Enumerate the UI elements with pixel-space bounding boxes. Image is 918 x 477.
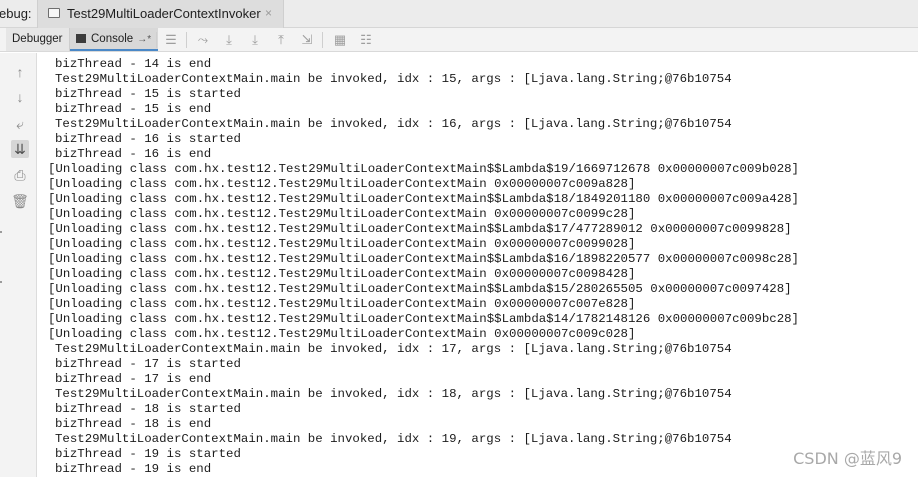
console-output[interactable]: bizThread - 14 is end Test29MultiLoaderCo… <box>48 57 908 477</box>
console-line: [Unloading class com.hx.test12.Test29Mul… <box>48 252 799 266</box>
console-line: bizThread - 17 is end <box>55 372 212 386</box>
console-line: bizThread - 18 is end <box>55 417 212 431</box>
tab-console-label: Console <box>91 33 134 45</box>
console-line: [Unloading class com.hx.test12.Test29Mul… <box>48 192 799 206</box>
tab-debugger[interactable]: Debugger <box>6 28 70 51</box>
console-line: [Unloading class com.hx.test12.Test29Mul… <box>48 327 636 341</box>
console-line: bizThread - 16 is end <box>55 147 212 161</box>
console-line: [Unloading class com.hx.test12.Test29Mul… <box>48 222 792 236</box>
pin-tab-icon[interactable]: →* <box>137 34 151 45</box>
scroll-to-end-icon[interactable]: ⇊ <box>11 140 29 158</box>
console-line: bizThread - 17 is started <box>55 357 241 371</box>
console-line: [Unloading class com.hx.test12.Test29Mul… <box>48 162 799 176</box>
trace-icon[interactable]: ☷ <box>357 31 375 48</box>
console-line: Test29MultiLoaderContextMain.main be inv… <box>55 342 732 356</box>
console-line: [Unloading class com.hx.test12.Test29Mul… <box>48 237 636 251</box>
console-line: Test29MultiLoaderContextMain.main be inv… <box>55 72 732 86</box>
console-line: [Unloading class com.hx.test12.Test29Mul… <box>48 177 636 191</box>
run-configuration-tab[interactable]: Test29MultiLoaderContextInvoker × <box>37 0 284 28</box>
console-line: bizThread - 14 is end <box>55 57 212 71</box>
console-line: [Unloading class com.hx.test12.Test29Mul… <box>48 267 636 281</box>
show-execution-point-icon[interactable]: ⤳ <box>194 31 212 48</box>
tab-debugger-label: Debugger <box>12 33 63 45</box>
gutter-edge-marker <box>0 281 2 283</box>
toolbar-separator <box>322 32 323 48</box>
console-line: [Unloading class com.hx.test12.Test29Mul… <box>48 282 792 296</box>
close-tab-icon[interactable]: × <box>265 6 272 20</box>
console-line: bizThread - 16 is started <box>55 132 241 146</box>
run-configuration-tab-title: Test29MultiLoaderContextInvoker <box>67 6 261 21</box>
step-out-icon[interactable]: ⤒ <box>272 31 290 48</box>
gutter-edge-marker <box>0 231 2 233</box>
scroll-up-icon[interactable]: ↑ <box>11 63 29 81</box>
clear-all-icon[interactable]: 🗑 <box>11 192 29 210</box>
debug-tool-window-header: ebug: Test29MultiLoaderContextInvoker × <box>0 0 918 28</box>
console-line: bizThread - 19 is started <box>55 447 241 461</box>
run-config-icon <box>48 8 60 18</box>
console-line: Test29MultiLoaderContextMain.main be inv… <box>55 432 732 446</box>
console-line: bizThread - 15 is started <box>55 87 241 101</box>
console-line: [Unloading class com.hx.test12.Test29Mul… <box>48 312 799 326</box>
watermark: CSDN @蓝风9 <box>793 449 902 468</box>
console-line: bizThread - 19 is end <box>55 462 212 476</box>
console-line: [Unloading class com.hx.test12.Test29Mul… <box>48 207 636 221</box>
toolbar-separator <box>186 32 187 48</box>
scroll-down-icon[interactable]: ↓ <box>11 88 29 106</box>
layout-menu-icon[interactable]: ☰ <box>162 31 180 48</box>
console-line: bizThread - 15 is end <box>55 102 212 116</box>
print-icon[interactable]: ⎙ <box>11 166 29 184</box>
console-side-toolbar: ↑ ↓ ⤶ ⇊ ⎙ 🗑 <box>0 53 37 477</box>
tab-console[interactable]: Console →* <box>70 28 158 51</box>
debug-window-label: ebug: <box>0 6 32 21</box>
debug-toolbar: Debugger Console →* ☰ ⤳ ⤓ ⤓ ⤒ ⇲ ▦ ☷ <box>0 28 918 52</box>
evaluate-expression-icon[interactable]: ▦ <box>331 31 349 48</box>
step-into-icon[interactable]: ⤓ <box>246 31 264 48</box>
console-line: Test29MultiLoaderContextMain.main be inv… <box>55 117 732 131</box>
console-line: Test29MultiLoaderContextMain.main be inv… <box>55 387 732 401</box>
console-line: bizThread - 18 is started <box>55 402 241 416</box>
step-over-icon[interactable]: ⤓ <box>220 31 238 48</box>
soft-wrap-icon[interactable]: ⤶ <box>11 115 29 133</box>
toolbar-separator <box>156 32 157 48</box>
console-line: [Unloading class com.hx.test12.Test29Mul… <box>48 297 636 311</box>
console-icon <box>76 34 86 43</box>
run-to-cursor-icon[interactable]: ⇲ <box>298 31 316 48</box>
